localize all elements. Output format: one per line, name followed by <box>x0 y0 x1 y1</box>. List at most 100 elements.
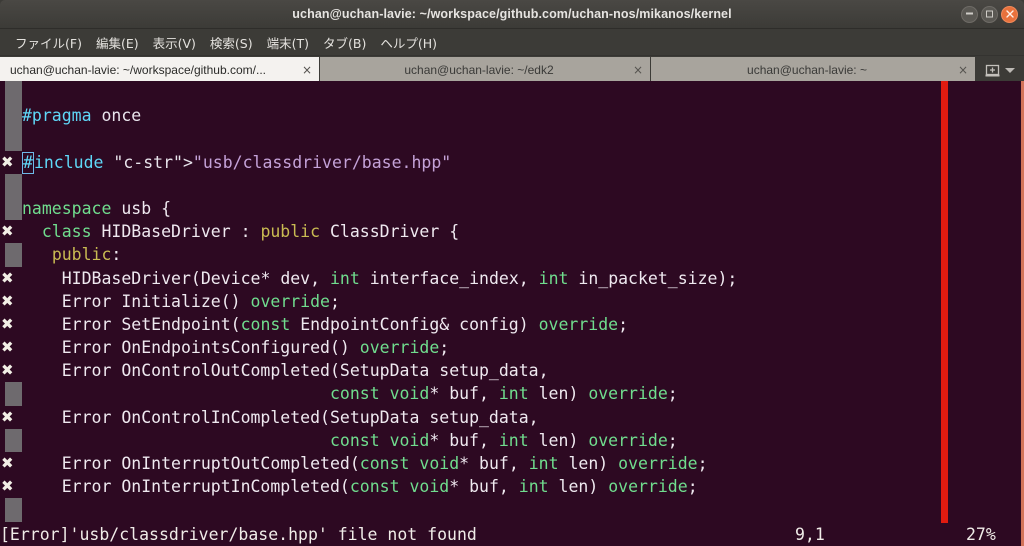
editor-line[interactable]: ✖ Error Initialize() override; <box>0 290 1024 313</box>
status-cursor-position: 9,1 <box>795 525 825 544</box>
close-button[interactable] <box>1001 5 1018 23</box>
tab-label: uchan@uchan-lavie: ~/workspace/github.co… <box>10 63 266 77</box>
editor-line[interactable]: const void* buf, int len) override; <box>0 428 1024 452</box>
status-scroll-percent: 27% <box>966 525 996 544</box>
terminal-window: uchan@uchan-lavie: ~/workspace/github.co… <box>0 0 1024 546</box>
editor-line[interactable]: ✖ Error OnEndpointsConfigured() override… <box>0 336 1024 359</box>
editor-line-text: const void* buf, int len) override; <box>329 430 678 450</box>
editor-line-text: #pragma once <box>22 106 142 126</box>
editor-line[interactable]: ✖ Error SetEndpoint(const EndpointConfig… <box>0 313 1024 336</box>
new-tab-glyph <box>985 64 1000 76</box>
editor-line-text: Error OnInterruptInCompleted(const void*… <box>61 477 698 497</box>
tab-close-icon[interactable]: × <box>302 64 312 76</box>
window-controls <box>961 0 1018 28</box>
menu-bar: ファイル(F) 編集(E) 表示(V) 検索(S) 端末(T) タブ(B) ヘル… <box>0 29 1024 56</box>
editor-line-text: public: <box>51 245 122 265</box>
minimize-button[interactable] <box>961 5 978 23</box>
editor-line-text: class HIDBaseDriver : public ClassDriver… <box>41 222 460 242</box>
gutter-error-mark: ✖ <box>0 151 22 174</box>
error-x-icon: ✖ <box>1 291 14 310</box>
tab-bar: uchan@uchan-lavie: ~/workspace/github.co… <box>0 56 1024 83</box>
editor-line-text: Error OnControlInCompleted(SetupData set… <box>61 407 539 427</box>
maximize-button[interactable] <box>981 5 998 23</box>
gutter-error-mark: ✖ <box>0 452 22 475</box>
sign-column-block <box>5 428 22 452</box>
sign-column-block <box>5 382 22 406</box>
close-icon <box>1005 10 1014 18</box>
tab-close-icon[interactable]: × <box>958 64 968 76</box>
editor-line[interactable] <box>0 173 1024 197</box>
editor-line-text: Error OnControlOutCompleted(SetupData se… <box>61 361 549 381</box>
editor-line[interactable]: ✖ HIDBaseDriver(Device* dev, int interfa… <box>0 267 1024 290</box>
editor-line[interactable] <box>0 81 1024 105</box>
terminal-content[interactable]: #pragma once ✖ #include "c-str">"usb/class… <box>0 81 1024 546</box>
editor-line-text: Error OnInterruptOutCompleted(const void… <box>61 454 708 473</box>
error-x-icon: ✖ <box>1 268 14 287</box>
menu-item-search[interactable]: 検索(S) <box>203 30 260 55</box>
menu-item-help[interactable]: ヘルプ(H) <box>373 30 444 55</box>
gutter-sign-column <box>0 127 22 151</box>
gutter-error-mark: ✖ <box>0 220 22 243</box>
error-x-icon: ✖ <box>1 152 14 171</box>
gutter-sign-column <box>0 428 22 452</box>
column-guide <box>941 81 948 523</box>
editor-line[interactable]: ✖ Error OnControlOutCompleted(SetupData … <box>0 359 1024 382</box>
gutter-error-mark: ✖ <box>0 313 22 336</box>
editor-line[interactable]: ✖ Error OnInterruptInCompleted(const voi… <box>0 475 1024 498</box>
error-x-icon: ✖ <box>1 454 14 472</box>
gutter-sign-column <box>0 498 22 522</box>
tab-label: uchan@uchan-lavie: ~ <box>747 63 867 77</box>
editor-line[interactable]: const void* buf, int len) override; <box>0 382 1024 406</box>
sign-column-block <box>5 196 22 221</box>
gutter-sign-column <box>0 196 22 221</box>
editor-line[interactable]: ✖ class HIDBaseDriver : public ClassDriv… <box>0 220 1024 243</box>
editor-line[interactable]: ✖ Error OnInterruptOutCompleted(const vo… <box>0 452 1024 475</box>
editor-line[interactable] <box>0 498 1024 522</box>
menu-item-edit[interactable]: 編集(E) <box>89 30 146 55</box>
sign-column-block <box>5 243 22 267</box>
menu-item-tabs[interactable]: タブ(B) <box>316 30 373 55</box>
error-x-icon: ✖ <box>1 407 14 426</box>
error-x-icon: ✖ <box>1 361 14 380</box>
editor-line-text: Error Initialize() override; <box>61 291 340 311</box>
tab-close-icon[interactable]: × <box>633 64 643 76</box>
sign-column-block <box>5 81 22 105</box>
sign-column-block <box>5 173 22 197</box>
editor-line[interactable]: namespace usb { <box>0 196 1024 221</box>
chevron-down-icon[interactable] <box>1005 67 1015 73</box>
new-tab-icon[interactable] <box>985 63 1000 78</box>
gutter-sign-column <box>0 382 22 406</box>
sign-column-block <box>5 104 22 128</box>
error-x-icon: ✖ <box>1 314 14 333</box>
editor-line[interactable]: #pragma once <box>0 104 1024 128</box>
editor-line-text: HIDBaseDriver(Device* dev, int interface… <box>61 268 738 288</box>
error-x-icon: ✖ <box>1 222 14 241</box>
tab-label: uchan@uchan-lavie: ~/edk2 <box>404 63 554 77</box>
editor-line[interactable]: public: <box>0 243 1024 267</box>
error-x-icon: ✖ <box>1 338 14 357</box>
tab-workspace-kernel[interactable]: uchan@uchan-lavie: ~/workspace/github.co… <box>0 57 320 83</box>
gutter-sign-column <box>0 243 22 267</box>
tab-bar-actions <box>976 57 1024 83</box>
editor-line-text: Error SetEndpoint(const EndpointConfig& … <box>61 314 629 334</box>
menu-item-view[interactable]: 表示(V) <box>146 30 203 55</box>
editor-line-text: namespace usb { <box>22 198 172 218</box>
menu-item-file[interactable]: ファイル(F) <box>8 30 89 55</box>
sign-column-block <box>5 498 22 522</box>
editor-status-line: [Error]'usb/classdriver/base.hpp' file n… <box>0 523 1024 546</box>
editor-line[interactable] <box>0 127 1024 151</box>
tab-home[interactable]: uchan@uchan-lavie: ~ × <box>651 57 976 83</box>
editor-line-text: #include "c-str">"usb/classdriver/base.h… <box>22 151 452 174</box>
gutter-sign-column <box>0 81 22 105</box>
tab-edk2[interactable]: uchan@uchan-lavie: ~/edk2 × <box>320 57 651 83</box>
status-message: [Error]'usb/classdriver/base.hpp' file n… <box>0 525 477 544</box>
window-title: uchan@uchan-lavie: ~/workspace/github.co… <box>292 7 732 21</box>
menu-item-terminal[interactable]: 端末(T) <box>260 30 316 55</box>
editor-code-area[interactable]: #pragma once ✖ #include "c-str">"usb/class… <box>0 81 1024 523</box>
gutter-error-mark: ✖ <box>0 359 22 382</box>
editor-line[interactable]: ✖ #include "c-str">"usb/classdriver/base.… <box>0 151 1024 174</box>
gutter-sign-column <box>0 104 22 128</box>
gutter-error-mark: ✖ <box>0 475 22 498</box>
editor-line[interactable]: ✖ Error OnControlInCompleted(SetupData s… <box>0 406 1024 429</box>
error-x-icon: ✖ <box>1 477 14 496</box>
